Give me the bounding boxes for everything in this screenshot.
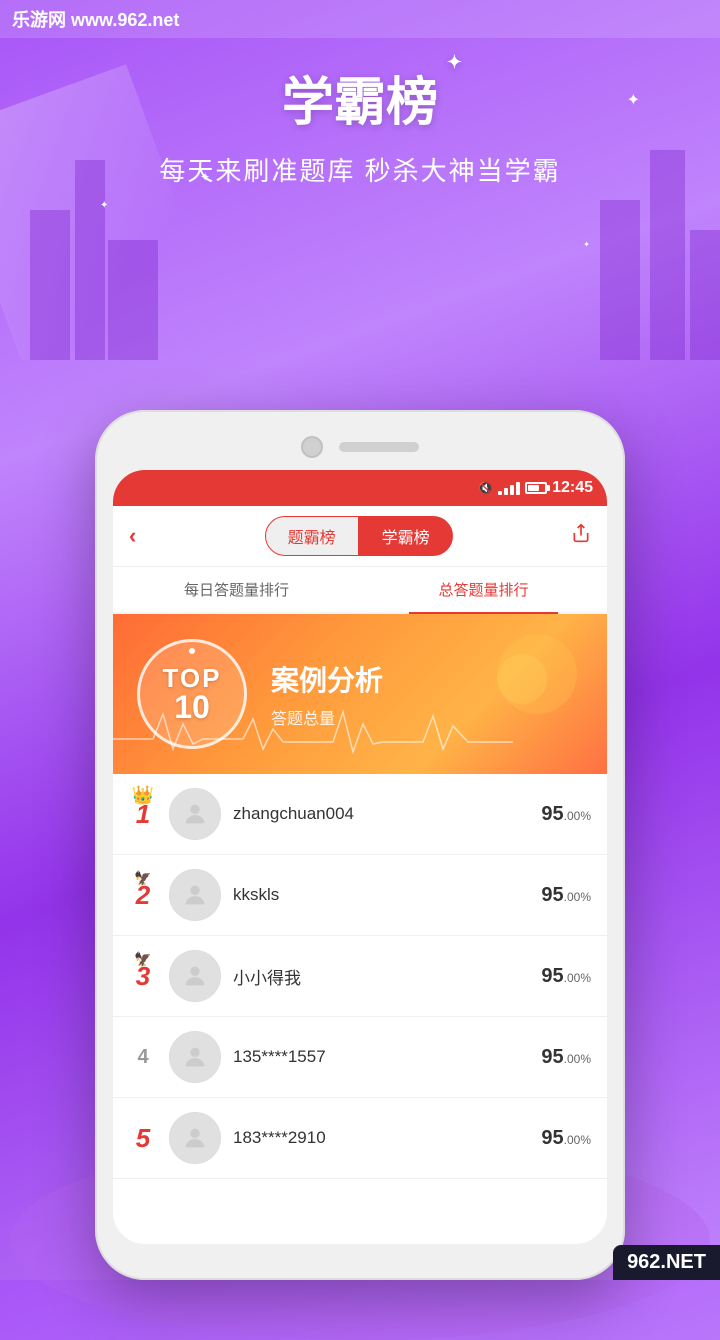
score: 95.00% — [541, 884, 591, 907]
tab-xueba[interactable]: 学霸榜 — [359, 516, 453, 556]
user-name: 小小得我 — [233, 964, 529, 989]
tab-tiba[interactable]: 题霸榜 — [265, 516, 359, 556]
battery-icon — [525, 482, 547, 494]
user-name: 135****1557 — [233, 1047, 529, 1067]
watermark-bottom: 962.NET — [613, 1245, 720, 1280]
banner: TOP 10 案例分析 答题总量 — [113, 614, 607, 774]
sub-tabs: 每日答题量排行 总答题量排行 — [113, 567, 607, 614]
list-item: 🦅 2 kkskls 95.00% — [113, 855, 607, 936]
star-decoration-2: ✦ — [100, 200, 108, 211]
sub-tab-daily[interactable]: 每日答题量排行 — [113, 567, 360, 612]
share-icon — [571, 523, 591, 543]
score-small: .00 — [564, 809, 581, 823]
num-text: 10 — [174, 691, 210, 723]
list-item: 4 135****1557 95.00% — [113, 1017, 607, 1098]
wing-icon: 🦅 — [134, 951, 151, 968]
score: 95.00% — [541, 1127, 591, 1150]
avatar-icon — [181, 881, 209, 909]
avatar — [169, 869, 221, 921]
score-small: .00 — [564, 971, 581, 985]
phone-camera — [301, 436, 323, 458]
avatar-icon — [181, 1124, 209, 1152]
avatar-icon — [181, 962, 209, 990]
score-pct: % — [580, 1133, 591, 1147]
phone-mockup: 🔇 12:45 ‹ 题霸榜 — [95, 410, 625, 1280]
score-small: .00 — [564, 1052, 581, 1066]
avatar-icon — [181, 800, 209, 828]
avatar — [169, 788, 221, 840]
watermark-top-text: 乐游网 www.962.net — [12, 6, 179, 32]
score-big: 95 — [541, 803, 563, 825]
signal-bar-4 — [516, 482, 520, 495]
status-icons: 🔇 12:45 — [478, 479, 593, 497]
rank-container: 4 — [129, 1047, 157, 1068]
score-big: 95 — [541, 965, 563, 987]
title-area: 学霸榜 每天来刷准题库 秒杀大神当学霸 — [0, 60, 720, 188]
score-big: 95 — [541, 1046, 563, 1068]
score-big: 95 — [541, 884, 563, 906]
rank-container: 👑 1 — [129, 801, 157, 828]
rank-container: 5 — [129, 1125, 157, 1152]
score: 95.00% — [541, 803, 591, 826]
top10-circle: TOP 10 — [137, 639, 247, 749]
page-subtitle: 每天来刷准题库 秒杀大神当学霸 — [0, 151, 720, 188]
leaderboard-list: 👑 1 zhangchuan004 95.00% 🦅 2 — [113, 774, 607, 1179]
signal-bar-3 — [510, 485, 514, 495]
nav-bar: ‹ 题霸榜 学霸榜 — [113, 506, 607, 567]
user-name: zhangchuan004 — [233, 804, 529, 824]
phone-speaker — [339, 442, 419, 452]
score-pct: % — [580, 971, 591, 985]
signal-bars — [498, 482, 520, 495]
signal-bar-1 — [498, 491, 502, 495]
banner-title: 案例分析 — [271, 659, 607, 699]
avatar-icon — [181, 1043, 209, 1071]
user-name: kkskls — [233, 885, 529, 905]
score-small: .00 — [564, 890, 581, 904]
avatar — [169, 950, 221, 1002]
avatar — [169, 1031, 221, 1083]
circle-dot — [189, 648, 195, 654]
mute-icon: 🔇 — [478, 481, 493, 495]
score-pct: % — [580, 890, 591, 904]
rank-number: 4 — [137, 1046, 148, 1068]
status-time: 12:45 — [552, 479, 593, 497]
page-title: 学霸榜 — [282, 60, 438, 135]
status-bar: 🔇 12:45 — [113, 470, 607, 506]
avatar — [169, 1112, 221, 1164]
sub-tab-total[interactable]: 总答题量排行 — [360, 567, 607, 612]
phone-screen: 🔇 12:45 ‹ 题霸榜 — [113, 470, 607, 1244]
rank-container: 🦅 3 — [129, 963, 157, 990]
top-text: TOP — [163, 665, 222, 691]
banner-subtitle: 答题总量 — [271, 705, 607, 729]
list-item: 👑 1 zhangchuan004 95.00% — [113, 774, 607, 855]
star-decoration-3: ✦ — [583, 240, 590, 249]
score-small: .00 — [564, 1133, 581, 1147]
watermark-bottom-text: 962.NET — [627, 1251, 706, 1273]
score-big: 95 — [541, 1127, 563, 1149]
watermark-top: 乐游网 www.962.net — [0, 0, 720, 38]
back-button[interactable]: ‹ — [129, 523, 146, 549]
phone-outer: 🔇 12:45 ‹ 题霸榜 — [95, 410, 625, 1280]
list-item: 5 183****2910 95.00% — [113, 1098, 607, 1179]
score: 95.00% — [541, 965, 591, 988]
battery-fill — [528, 485, 539, 491]
list-item: 🦅 3 小小得我 95.00% — [113, 936, 607, 1017]
banner-right: 案例分析 答题总量 — [247, 659, 607, 729]
phone-notch — [113, 428, 607, 470]
tab-group: 题霸榜 学霸榜 — [146, 516, 571, 556]
crown-icon: 👑 — [132, 785, 154, 806]
score: 95.00% — [541, 1046, 591, 1069]
score-pct: % — [580, 809, 591, 823]
score-pct: % — [580, 1052, 591, 1066]
signal-bar-2 — [504, 488, 508, 495]
rank-number: 5 — [136, 1123, 150, 1153]
rank-container: 🦅 2 — [129, 882, 157, 909]
share-button[interactable] — [571, 523, 591, 549]
user-name: 183****2910 — [233, 1128, 529, 1148]
wing-icon: 🦅 — [134, 870, 151, 887]
